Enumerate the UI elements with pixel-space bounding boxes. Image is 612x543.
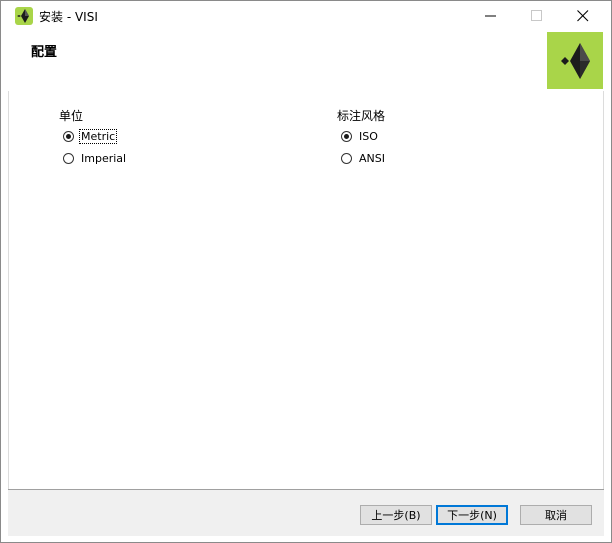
radio-metric[interactable]: Metric bbox=[63, 127, 118, 145]
radio-ansi[interactable]: ANSI bbox=[341, 149, 386, 167]
radio-imperial-label[interactable]: Imperial bbox=[80, 152, 127, 165]
radio-imperial[interactable]: Imperial bbox=[63, 149, 127, 167]
window-title: 安装 - VISI bbox=[39, 10, 98, 24]
radio-iso-indicator[interactable] bbox=[341, 130, 352, 142]
radio-metric-label[interactable]: Metric bbox=[78, 128, 118, 144]
maximize-button[interactable] bbox=[514, 1, 560, 31]
units-label: 单位 bbox=[59, 109, 84, 123]
radio-ansi-label[interactable]: ANSI bbox=[358, 152, 386, 165]
back-button[interactable]: 上一步(B) bbox=[360, 505, 432, 525]
visi-logo bbox=[547, 32, 603, 89]
title-bar[interactable]: 安装 - VISI bbox=[1, 1, 611, 31]
installer-window: 安装 - VISI 配置 单位 Metric Imperial 标注风格 ISO… bbox=[0, 0, 612, 543]
wizard-footer: 上一步(B) 下一步(N) 取消 bbox=[8, 489, 604, 536]
radio-iso[interactable]: ISO bbox=[341, 127, 379, 145]
wizard-header: 配置 bbox=[1, 31, 611, 91]
cancel-button[interactable]: 取消 bbox=[520, 505, 592, 525]
next-button[interactable]: 下一步(N) bbox=[436, 505, 508, 525]
app-icon bbox=[15, 7, 33, 25]
radio-iso-label[interactable]: ISO bbox=[358, 130, 379, 143]
radio-metric-indicator[interactable] bbox=[63, 130, 74, 142]
minimize-icon bbox=[485, 15, 496, 17]
radio-imperial-indicator[interactable] bbox=[63, 152, 74, 164]
radio-ansi-indicator[interactable] bbox=[341, 152, 352, 164]
dimension-style-label: 标注风格 bbox=[337, 109, 386, 123]
page-title: 配置 bbox=[31, 45, 58, 60]
close-icon bbox=[577, 10, 589, 22]
close-button[interactable] bbox=[560, 1, 606, 31]
minimize-button[interactable] bbox=[468, 1, 514, 31]
maximize-icon bbox=[531, 10, 542, 21]
